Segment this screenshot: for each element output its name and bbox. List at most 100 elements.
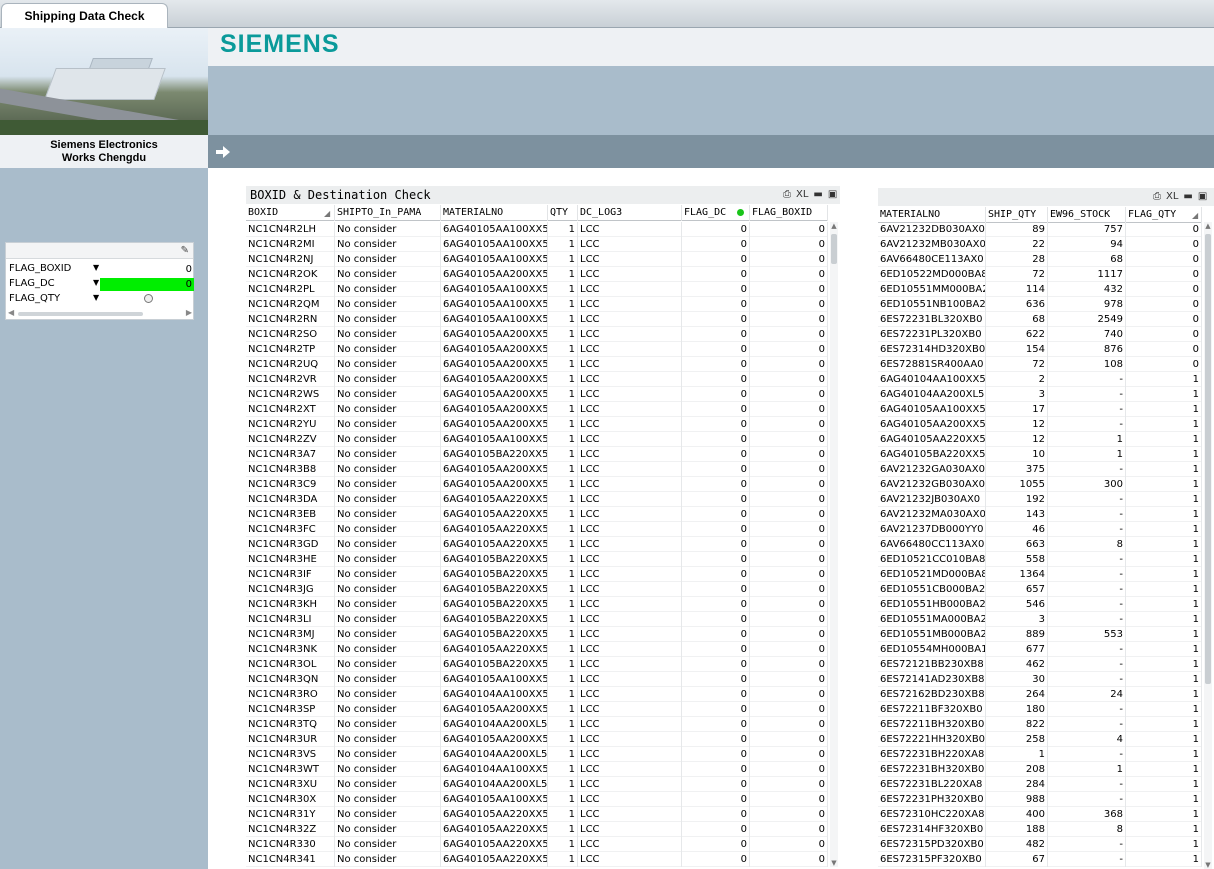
- table-row[interactable]: NC1CN4R2NJ No consider 6AG40105AA100XX5 1 LC…: [246, 252, 828, 267]
- table-cell[interactable]: 0: [1126, 357, 1202, 372]
- table-row[interactable]: NC1CN4R2ZV No consider 6AG40105AA100XX5 1 LC…: [246, 432, 828, 447]
- table-cell[interactable]: 6ES72231BL220XA8: [878, 777, 986, 792]
- table-cell[interactable]: NC1CN4R2RN: [246, 312, 335, 327]
- table-row[interactable]: 6ED10551MA000BA2 3-1: [878, 612, 1202, 627]
- table-cell[interactable]: NC1CN4R2TP: [246, 342, 335, 357]
- table-cell[interactable]: NC1CN4R3SP: [246, 702, 335, 717]
- table-cell[interactable]: 6ED10551HB000BA2: [878, 597, 986, 612]
- scroll-up-icon[interactable]: ▲: [1204, 222, 1212, 230]
- table-cell[interactable]: 0: [750, 297, 828, 312]
- table-cell[interactable]: 1: [548, 657, 578, 672]
- table-row[interactable]: NC1CN4R2PL No consider 6AG40105AA100XX5 1 LC…: [246, 282, 828, 297]
- table-cell[interactable]: 6AG40105AA100XX5: [441, 297, 548, 312]
- table-cell[interactable]: 30: [986, 672, 1048, 687]
- table-cell[interactable]: 1: [1126, 492, 1202, 507]
- scrollbar-thumb[interactable]: [18, 312, 143, 316]
- table-cell[interactable]: LCC: [578, 297, 682, 312]
- slider-knob-icon[interactable]: [144, 294, 153, 303]
- table-row[interactable]: 6ES72231BH320XB0 208 1 1: [878, 762, 1202, 777]
- table-row[interactable]: NC1CN4R341 No consider 6AG40105AA220XX5 1 LC…: [246, 852, 828, 867]
- table-cell[interactable]: LCC: [578, 312, 682, 327]
- table-cell[interactable]: 6AG40105AA200XX5: [441, 732, 548, 747]
- table-row[interactable]: NC1CN4R2VR No consider 6AG40105AA200XX5 1 LC…: [246, 372, 828, 387]
- table-cell[interactable]: LCC: [578, 222, 682, 237]
- table-cell[interactable]: 6AG40105AA200XX5: [441, 357, 548, 372]
- table-cell[interactable]: 6AG40104AA200XL5: [441, 747, 548, 762]
- table-cell[interactable]: 1: [548, 477, 578, 492]
- table-cell[interactable]: NC1CN4R3UR: [246, 732, 335, 747]
- table-cell[interactable]: 6AG40105BA220XX5: [441, 597, 548, 612]
- table-cell[interactable]: No consider: [335, 807, 441, 822]
- table-cell[interactable]: No consider: [335, 357, 441, 372]
- scroll-left-icon[interactable]: ◀: [8, 308, 14, 317]
- table-cell[interactable]: NC1CN4R31Y: [246, 807, 335, 822]
- table-cell[interactable]: 1: [548, 777, 578, 792]
- table-cell[interactable]: LCC: [578, 567, 682, 582]
- table-cell[interactable]: 6ES72315PF320XB0: [878, 852, 986, 867]
- column-header[interactable]: FLAG_QTY: [1126, 207, 1202, 223]
- table-cell[interactable]: 1: [1126, 582, 1202, 597]
- table-cell[interactable]: 375: [986, 462, 1048, 477]
- table-cell[interactable]: 1: [548, 432, 578, 447]
- flag-value-selected[interactable]: 0: [100, 278, 194, 291]
- table-cell[interactable]: 0: [750, 387, 828, 402]
- table-cell[interactable]: 6AG40105AA220XX5: [441, 807, 548, 822]
- table-cell[interactable]: 0: [682, 417, 750, 432]
- table-cell[interactable]: LCC: [578, 282, 682, 297]
- table-cell[interactable]: 6AG40105AA100XX5: [441, 672, 548, 687]
- table-cell[interactable]: -: [1048, 567, 1126, 582]
- table-cell[interactable]: 0: [750, 507, 828, 522]
- table-cell[interactable]: 0: [750, 417, 828, 432]
- table-cell[interactable]: 0: [750, 747, 828, 762]
- sort-ascending-icon[interactable]: ◢: [1192, 211, 1198, 220]
- table-cell[interactable]: 1: [548, 837, 578, 852]
- table-cell[interactable]: 6AV21237DB000YY0: [878, 522, 986, 537]
- table-cell[interactable]: 0: [682, 777, 750, 792]
- table-cell[interactable]: No consider: [335, 297, 441, 312]
- table-cell[interactable]: 1: [548, 342, 578, 357]
- table-row[interactable]: 6ES72211BH320XB0 822-1: [878, 717, 1202, 732]
- table-cell[interactable]: 188: [986, 822, 1048, 837]
- table-cell[interactable]: LCC: [578, 417, 682, 432]
- table-cell[interactable]: 6ED10521CC010BA8: [878, 552, 986, 567]
- table-cell[interactable]: No consider: [335, 672, 441, 687]
- flag-row-qty[interactable]: FLAG_QTY ▼: [7, 292, 194, 307]
- table-cell[interactable]: 0: [750, 477, 828, 492]
- table-cell[interactable]: NC1CN4R2UQ: [246, 357, 335, 372]
- table-cell[interactable]: -: [1048, 672, 1126, 687]
- table-cell[interactable]: 0: [682, 747, 750, 762]
- table-cell[interactable]: 68: [986, 312, 1048, 327]
- table-cell[interactable]: NC1CN4R330: [246, 837, 335, 852]
- table-cell[interactable]: 1: [548, 627, 578, 642]
- table-cell[interactable]: 0: [750, 687, 828, 702]
- table-cell[interactable]: 0: [682, 432, 750, 447]
- table-cell[interactable]: No consider: [335, 342, 441, 357]
- table-cell[interactable]: 0: [682, 447, 750, 462]
- table-cell[interactable]: No consider: [335, 522, 441, 537]
- table-cell[interactable]: 6AG40104AA100XX5: [441, 762, 548, 777]
- table-cell[interactable]: 12: [986, 417, 1048, 432]
- table-cell[interactable]: 1: [1126, 447, 1202, 462]
- table-cell[interactable]: 6AG40105AA220XX5: [878, 432, 986, 447]
- table-cell[interactable]: 1: [548, 522, 578, 537]
- scroll-up-icon[interactable]: ▲: [830, 222, 838, 230]
- table-cell[interactable]: 1: [548, 807, 578, 822]
- table-cell[interactable]: LCC: [578, 807, 682, 822]
- table-cell[interactable]: LCC: [578, 447, 682, 462]
- table-row[interactable]: 6ES72314HD320XB0 154 876 0: [878, 342, 1202, 357]
- table-cell[interactable]: 6AG40105BA220XX5: [441, 657, 548, 672]
- table-cell[interactable]: 1: [1126, 807, 1202, 822]
- table-cell[interactable]: -: [1048, 387, 1126, 402]
- table-cell[interactable]: 1: [548, 387, 578, 402]
- table-row[interactable]: 6ES72231BL320XB0 68 2549 0: [878, 312, 1202, 327]
- table-cell[interactable]: 0: [682, 252, 750, 267]
- table-cell[interactable]: NC1CN4R2YU: [246, 417, 335, 432]
- table-cell[interactable]: 284: [986, 777, 1048, 792]
- table-cell[interactable]: 0: [750, 597, 828, 612]
- table-cell[interactable]: 1: [548, 672, 578, 687]
- table-cell[interactable]: No consider: [335, 657, 441, 672]
- table-cell[interactable]: 6AG40105AA100XX5: [441, 222, 548, 237]
- table-cell[interactable]: 1: [548, 687, 578, 702]
- table-cell[interactable]: LCC: [578, 837, 682, 852]
- table-cell[interactable]: 6AG40105AA220XX5: [441, 507, 548, 522]
